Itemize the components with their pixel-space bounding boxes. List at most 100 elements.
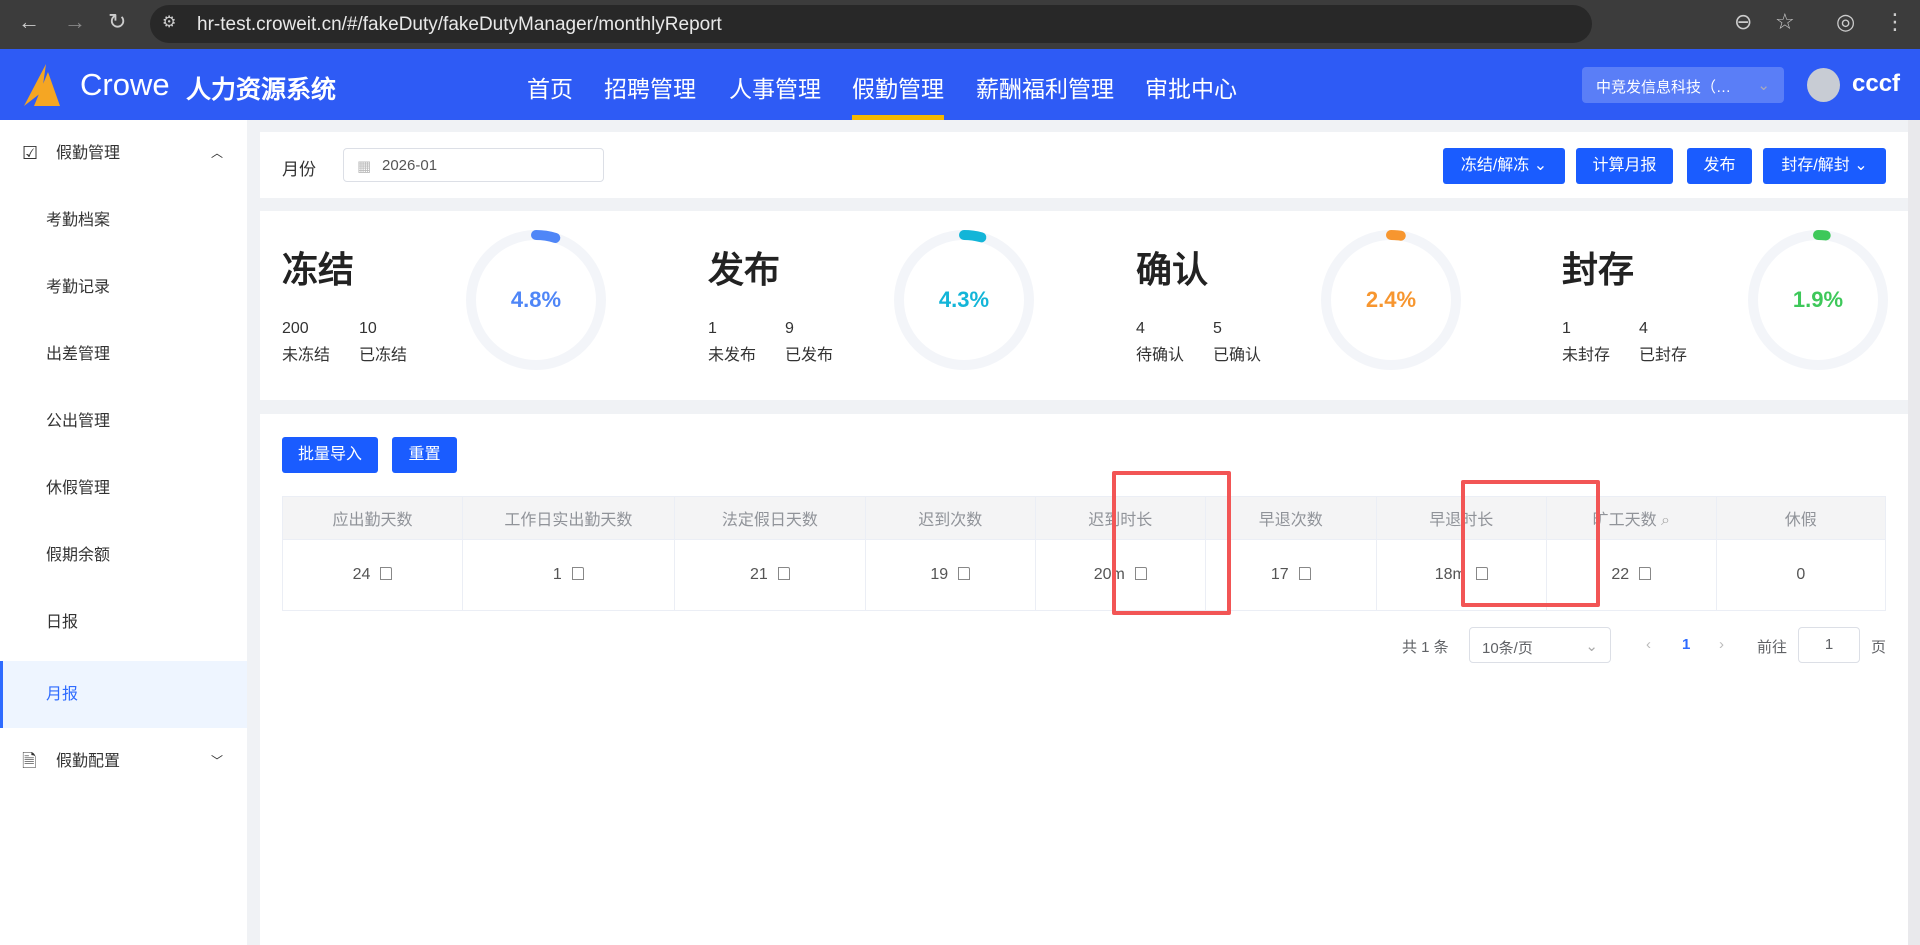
stat-count-a: 1 xyxy=(708,320,717,337)
sidebar-item-daily[interactable]: 日报 xyxy=(0,589,247,656)
column-header: 迟到次数 xyxy=(864,496,1036,540)
site-info-icon[interactable]: ⚙ xyxy=(162,12,176,32)
nav-approval[interactable]: 审批中心 xyxy=(1145,70,1237,120)
sidebar-item-archive[interactable]: 考勤档案 xyxy=(0,187,247,254)
sidebar-item-leave[interactable]: 休假管理 xyxy=(0,455,247,522)
stat-title: 封存 xyxy=(1562,249,1635,290)
chevron-down-icon: ⌄ xyxy=(1585,638,1598,655)
stat-count-b: 9 xyxy=(785,320,794,337)
stat-label-a: 待确认 xyxy=(1136,347,1185,364)
calendar-check-icon: ☑ xyxy=(22,143,39,163)
report-table-wrap: 应出勤天数 工作日实出勤天数 法定假日天数 迟到次数 迟到时长 早退次数 早退时长 旷工天数 … xyxy=(282,496,1886,611)
batch-import-button[interactable]: 批量导入 xyxy=(282,437,378,473)
stat-label-a: 未封存 xyxy=(1562,347,1611,364)
sidebar-group-attendance[interactable]: ☑ 假勤管理 ︿ xyxy=(0,120,247,187)
next-page-icon[interactable]: › xyxy=(1719,636,1724,653)
freeze-dropdown-button[interactable]: 冻结/解冻 ⌄ xyxy=(1443,148,1565,184)
column-header: 休假 xyxy=(1715,496,1886,540)
stat-label-b: 已封存 xyxy=(1639,347,1688,364)
bookmark-star-icon[interactable]: ☆ xyxy=(1775,9,1795,35)
month-value: 2026-01 xyxy=(382,157,438,174)
column-header: 早退次数 xyxy=(1204,496,1377,540)
edit-icon[interactable] xyxy=(777,567,790,580)
edit-icon[interactable] xyxy=(958,567,971,580)
sidebar-item-balance[interactable]: 假期余额 xyxy=(0,522,247,589)
profile-icon[interactable]: ◎ xyxy=(1836,9,1855,35)
nav-salary[interactable]: 薪酬福利管理 xyxy=(976,70,1114,120)
edit-icon[interactable] xyxy=(1639,567,1652,580)
user-name[interactable]: cccf xyxy=(1852,70,1900,98)
table-cell: 24 xyxy=(282,539,463,611)
menu-icon[interactable]: ⋮ xyxy=(1884,9,1906,35)
table-cell: 1 xyxy=(461,539,675,611)
stat-label-a: 未冻结 xyxy=(282,347,331,364)
crowe-logo-icon xyxy=(24,64,60,106)
back-icon[interactable]: ← xyxy=(18,9,40,35)
stat-label-b: 已发布 xyxy=(785,347,834,364)
edit-icon[interactable] xyxy=(571,567,584,580)
stat-title: 确认 xyxy=(1136,249,1209,290)
stat-count-a: 4 xyxy=(1136,320,1145,337)
stat-count-b: 4 xyxy=(1639,320,1648,337)
reload-icon[interactable]: ↻ xyxy=(108,9,126,35)
edit-icon[interactable] xyxy=(1298,567,1311,580)
archive-dropdown-button[interactable]: 封存/解封 ⌄ xyxy=(1763,148,1886,184)
chevron-down-icon: ﹀ xyxy=(210,754,223,768)
sidebar-item-monthly[interactable]: 月报 xyxy=(0,661,247,728)
chevron-up-icon: ︿ xyxy=(210,146,223,160)
avatar[interactable] xyxy=(1807,68,1840,102)
nav-hr[interactable]: 人事管理 xyxy=(729,70,821,120)
sidebar-item-business-trip[interactable]: 出差管理 xyxy=(0,321,247,388)
report-panel xyxy=(260,414,1908,945)
sidebar-item-records[interactable]: 考勤记录 xyxy=(0,254,247,321)
publish-button[interactable]: 发布 xyxy=(1687,148,1752,184)
month-picker[interactable]: ▦ 2026-01 xyxy=(343,148,604,182)
table-cell: 0 xyxy=(1715,539,1886,611)
calculate-report-button[interactable]: 计算月报 xyxy=(1576,148,1673,184)
table-cell: 19 xyxy=(864,539,1036,611)
stat-label-a: 未发布 xyxy=(708,347,757,364)
stat-count-b: 5 xyxy=(1213,320,1222,337)
stat-percent: 1.9% xyxy=(1792,287,1844,312)
table-cell: 21 xyxy=(673,539,866,611)
stat-percent: 4.3% xyxy=(938,287,990,312)
stat-count-a: 1 xyxy=(1562,320,1571,337)
month-label: 月份 xyxy=(282,160,316,179)
search-icon[interactable]: ⌕ xyxy=(1657,512,1670,529)
goto-page-input[interactable]: 1 xyxy=(1798,627,1860,663)
sidebar-item-official-out[interactable]: 公出管理 xyxy=(0,388,247,455)
system-name: 人力资源系统 xyxy=(186,76,337,104)
url-text[interactable]: hr-test.croweit.cn/#/fakeDuty/fakeDutyMa… xyxy=(197,14,722,36)
reset-button[interactable]: 重置 xyxy=(392,437,457,473)
report-table: 应出勤天数 工作日实出勤天数 法定假日天数 迟到次数 迟到时长 早退次数 早退时长 旷工天数 … xyxy=(282,496,1886,611)
table-cell: 17 xyxy=(1204,539,1377,611)
stat-count-b: 10 xyxy=(359,320,377,337)
scrollbar[interactable] xyxy=(1908,120,1920,945)
edit-icon[interactable] xyxy=(380,567,393,580)
stat-percent: 4.8% xyxy=(510,287,562,312)
stat-label-b: 已确认 xyxy=(1213,347,1262,364)
forward-icon[interactable]: → xyxy=(64,9,86,35)
nav-recruit[interactable]: 招聘管理 xyxy=(604,70,696,120)
nav-attendance[interactable]: 假勤管理 xyxy=(852,70,944,120)
nav-home[interactable]: 首页 xyxy=(527,70,573,120)
stat-percent: 2.4% xyxy=(1365,287,1417,312)
page-size-select[interactable]: 10条/页 ⌄ xyxy=(1469,627,1611,663)
page-suffix: 页 xyxy=(1871,639,1887,656)
sidebar-group-config[interactable]: 🗎 假勤配置 ﹀ xyxy=(0,728,247,795)
page-number[interactable]: 1 xyxy=(1682,636,1690,653)
prev-page-icon[interactable]: ‹ xyxy=(1646,636,1651,653)
sidebar-group-label: 假勤管理 xyxy=(56,145,121,162)
sidebar-group-label: 假勤配置 xyxy=(56,753,121,770)
brand-name: Crowe xyxy=(80,67,170,102)
stat-title: 冻结 xyxy=(282,249,355,290)
company-select[interactable]: 中竞发信息科技（… ⌄ xyxy=(1582,67,1784,103)
highlight-box xyxy=(1461,480,1600,607)
zoom-icon[interactable]: ⊖ xyxy=(1734,9,1752,35)
highlight-box xyxy=(1112,471,1231,615)
stat-title: 发布 xyxy=(708,249,781,290)
company-select-value: 中竞发信息科技（… xyxy=(1596,79,1732,96)
stat-label-b: 已冻结 xyxy=(359,347,408,364)
sidebar: ☑ 假勤管理 ︿ 考勤档案 考勤记录 出差管理 公出管理 休假管理 假期余额 日报 … xyxy=(0,120,247,945)
column-header: 应出勤天数 xyxy=(282,496,463,540)
